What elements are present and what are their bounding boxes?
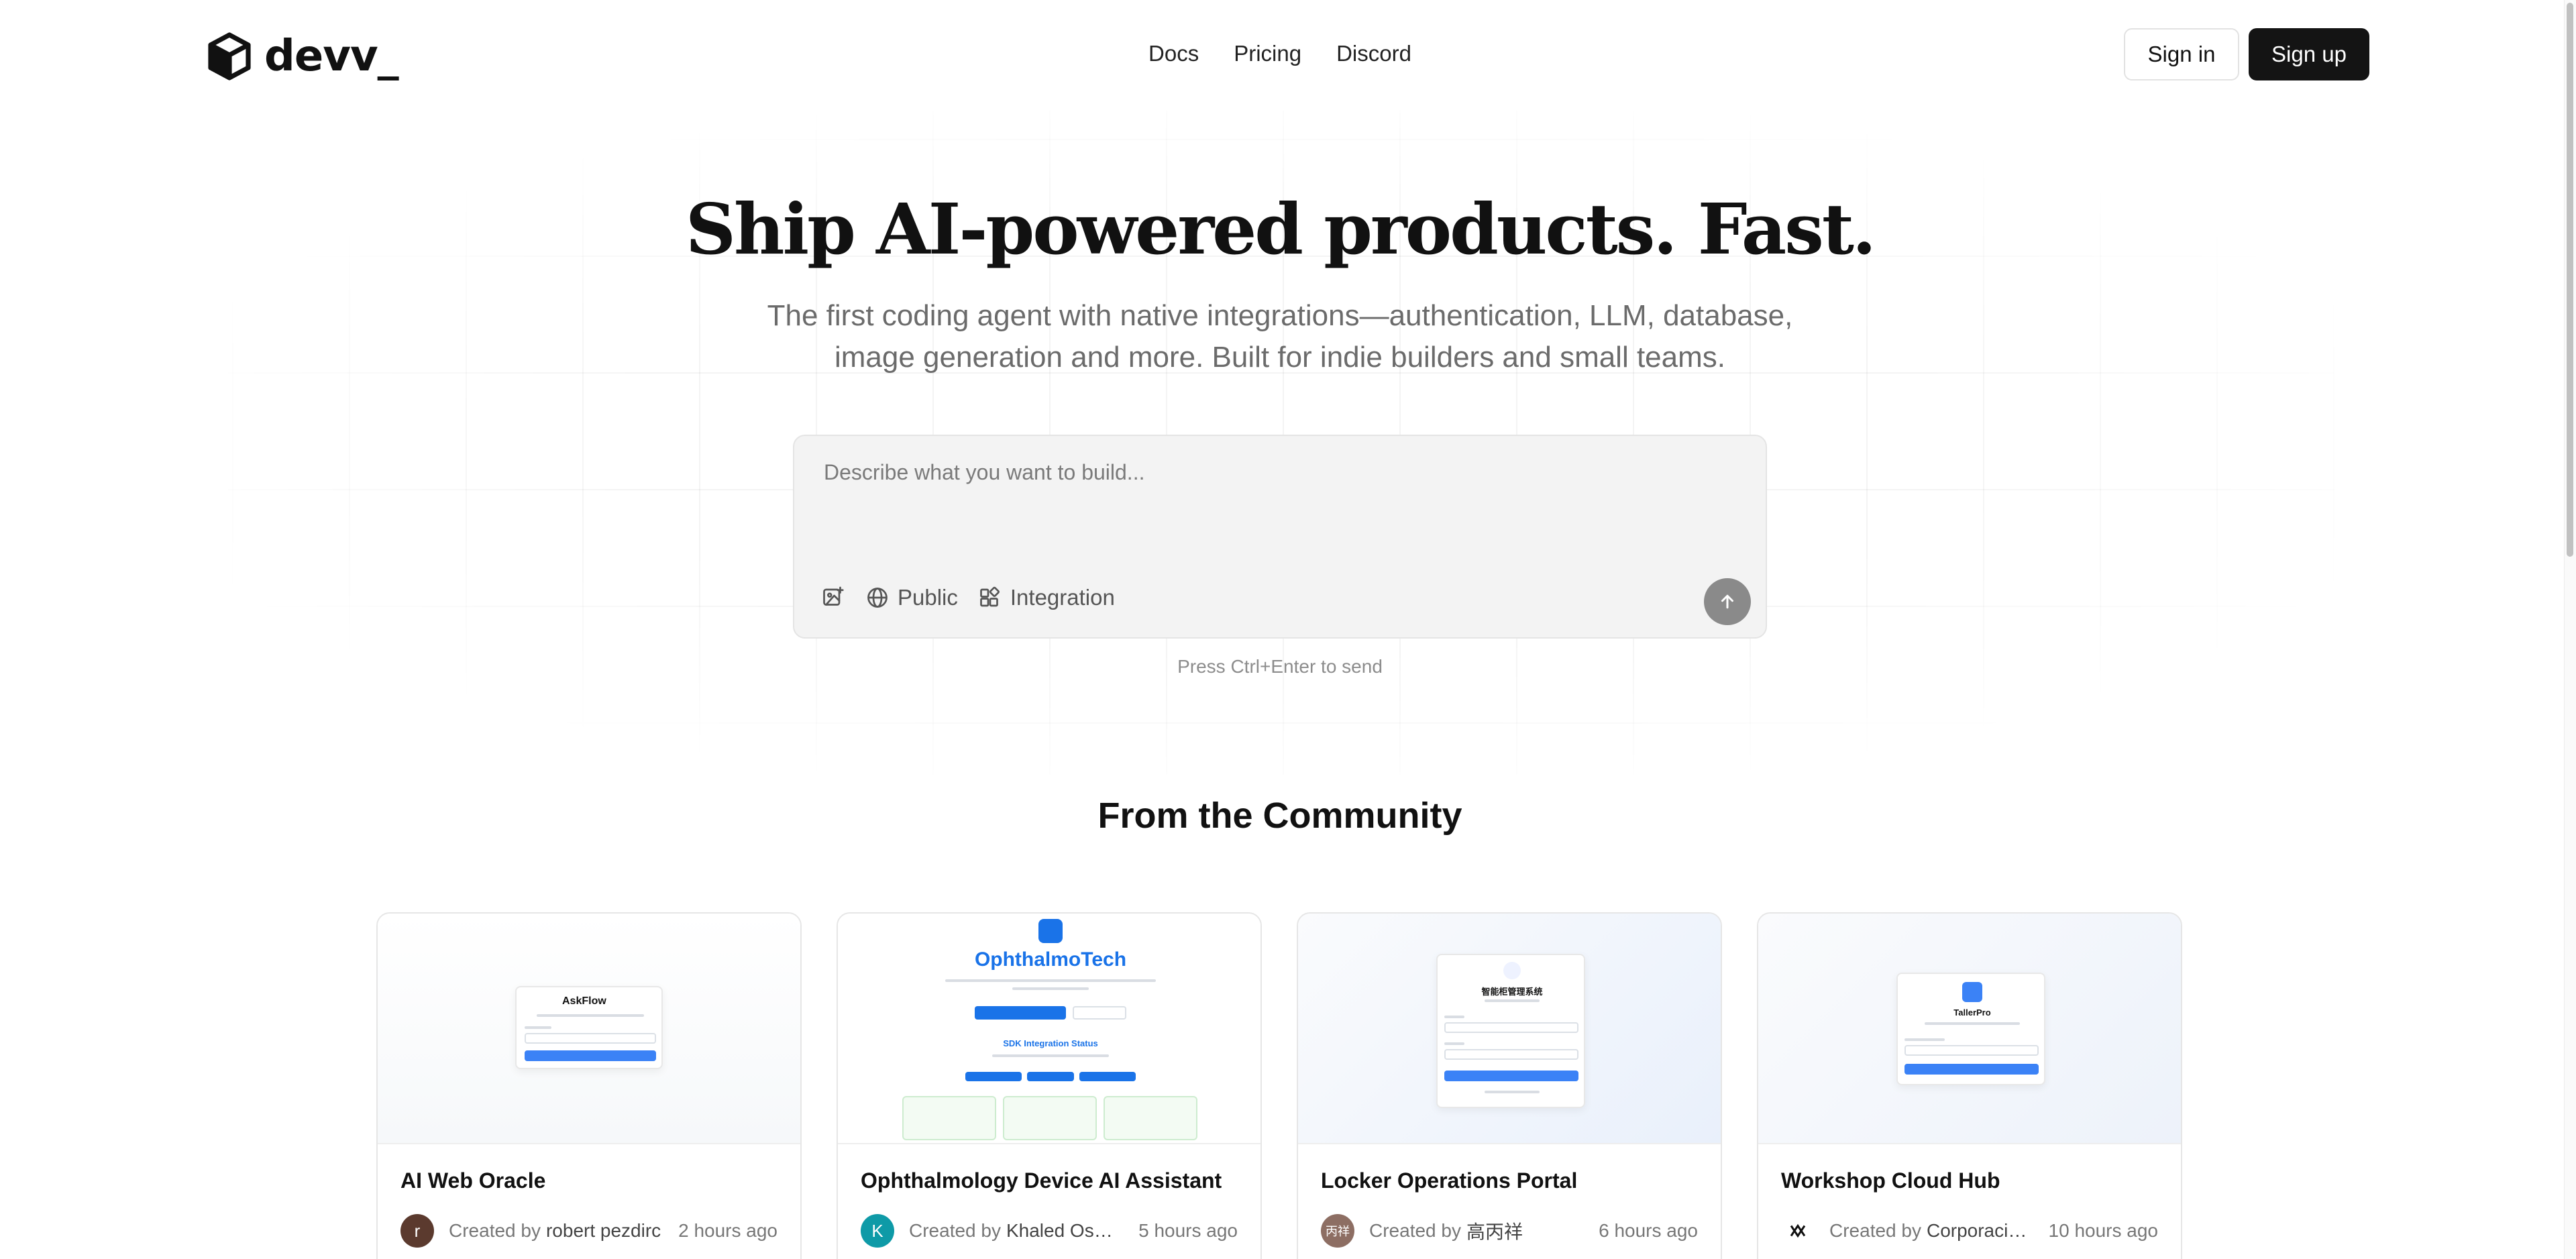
prompt-box[interactable]: Describe what you want to build... Publi… (793, 435, 1767, 639)
project-meta: r Created by robert pezdirc 2 hours ago (400, 1214, 777, 1248)
send-hint: Press Ctrl+Enter to send (1177, 656, 1383, 677)
project-title: AI Web Oracle (400, 1168, 546, 1193)
hero-title: Ship AI-powered products. Fast. (685, 188, 1876, 270)
project-meta: Created by Corporación... 10 hours ago (1781, 1214, 2158, 1248)
community-title: From the Community (1097, 796, 1462, 836)
hero-subtitle-line-1: The first coding agent with native integ… (767, 299, 1793, 332)
created-time: 6 hours ago (1599, 1220, 1698, 1241)
created-by-label: Created by (909, 1220, 1001, 1241)
preview-app-name: OphthalmoTech (974, 948, 1127, 971)
author-name: Corporación... (1926, 1220, 2035, 1241)
prompt-input[interactable]: Describe what you want to build... (824, 460, 1144, 485)
project-title: Locker Operations Portal (1321, 1168, 1578, 1193)
community-cards: AskFlow AI Web Oracle r Created by rober… (376, 912, 2182, 1259)
created-by-label: Created by (1369, 1220, 1461, 1241)
scrollbar-thumb[interactable] (2567, 3, 2573, 557)
integration-grid-icon (980, 586, 1000, 607)
arrow-up-icon (1721, 594, 1733, 609)
send-button[interactable] (1704, 578, 1751, 625)
nav-discord[interactable]: Discord (1336, 35, 1411, 72)
project-card[interactable]: OphthalmoTech SDK Integration Status Oph… (837, 912, 1262, 1259)
project-preview-image: OphthalmoTech SDK Integration Status (838, 914, 1260, 1144)
author-name: Khaled Osman (1006, 1220, 1126, 1241)
preview-eye-icon (1038, 919, 1063, 943)
image-upload-icon (823, 586, 844, 606)
avatar: r (400, 1214, 434, 1248)
created-time: 10 hours ago (2048, 1220, 2158, 1241)
project-card[interactable]: AskFlow AI Web Oracle r Created by rober… (376, 912, 802, 1259)
preview-app-name: 智能柜管理系统 (1481, 987, 1543, 997)
project-meta: 丙祥 Created by 高丙祥 6 hours ago (1321, 1214, 1698, 1248)
preview-app-name: TallerPro (1953, 1007, 1991, 1018)
avatar: K (861, 1214, 894, 1248)
project-preview-image: TallerPro (1758, 914, 2181, 1144)
project-meta: K Created by Khaled Osman 5 hours ago (861, 1214, 1238, 1248)
corporation-logo-icon (1790, 1223, 1806, 1238)
public-label: Public (898, 585, 958, 610)
visibility-public-toggle[interactable]: Public (865, 585, 958, 610)
author-name: robert pezdirc (545, 1220, 661, 1241)
avatar: 丙祥 (1321, 1214, 1354, 1248)
preview-sdk-title: SDK Integration Status (1003, 1038, 1098, 1048)
preview-login-card: TallerPro (1896, 973, 2045, 1085)
project-title: Ophthalmology Device AI Assistant (861, 1168, 1222, 1193)
avatar (1781, 1214, 1815, 1248)
globe-icon (867, 588, 888, 608)
author-name: 高丙祥 (1466, 1221, 1523, 1242)
sign-in-button[interactable]: Sign in (2124, 28, 2239, 80)
preview-login-card: AskFlow (515, 986, 663, 1069)
created-by-label: Created by (449, 1220, 541, 1241)
created-time: 5 hours ago (1138, 1220, 1238, 1241)
site-header: devv_ Docs Pricing Discord Sign in Sign … (0, 0, 2576, 111)
prompt-toolbar: Public Integration (821, 585, 1115, 610)
integration-label: Integration (1010, 585, 1115, 610)
project-title: Workshop Cloud Hub (1781, 1168, 2000, 1193)
preview-login-card: 智能柜管理系统 (1436, 954, 1585, 1108)
hero-subtitle-line-2: image generation and more. Built for ind… (834, 341, 1726, 374)
project-preview-image: 智能柜管理系统 (1298, 914, 1721, 1144)
preview-app-name: AskFlow (562, 995, 606, 1007)
nav-docs[interactable]: Docs (1148, 35, 1199, 72)
created-time: 2 hours ago (678, 1220, 777, 1241)
project-card[interactable]: 智能柜管理系统 Locker Operations Portal 丙祥 Crea… (1297, 912, 1722, 1259)
hero-subtitle: The first coding agent with native integ… (0, 295, 2560, 378)
integration-button[interactable]: Integration (978, 585, 1115, 610)
project-card[interactable]: TallerPro Workshop Cloud Hub Created by … (1757, 912, 2182, 1259)
sign-up-button[interactable]: Sign up (2249, 28, 2369, 80)
nav-pricing[interactable]: Pricing (1234, 35, 1301, 72)
created-by-label: Created by (1829, 1220, 1921, 1241)
project-preview-image: AskFlow (378, 914, 800, 1144)
image-upload-button[interactable] (821, 586, 845, 610)
